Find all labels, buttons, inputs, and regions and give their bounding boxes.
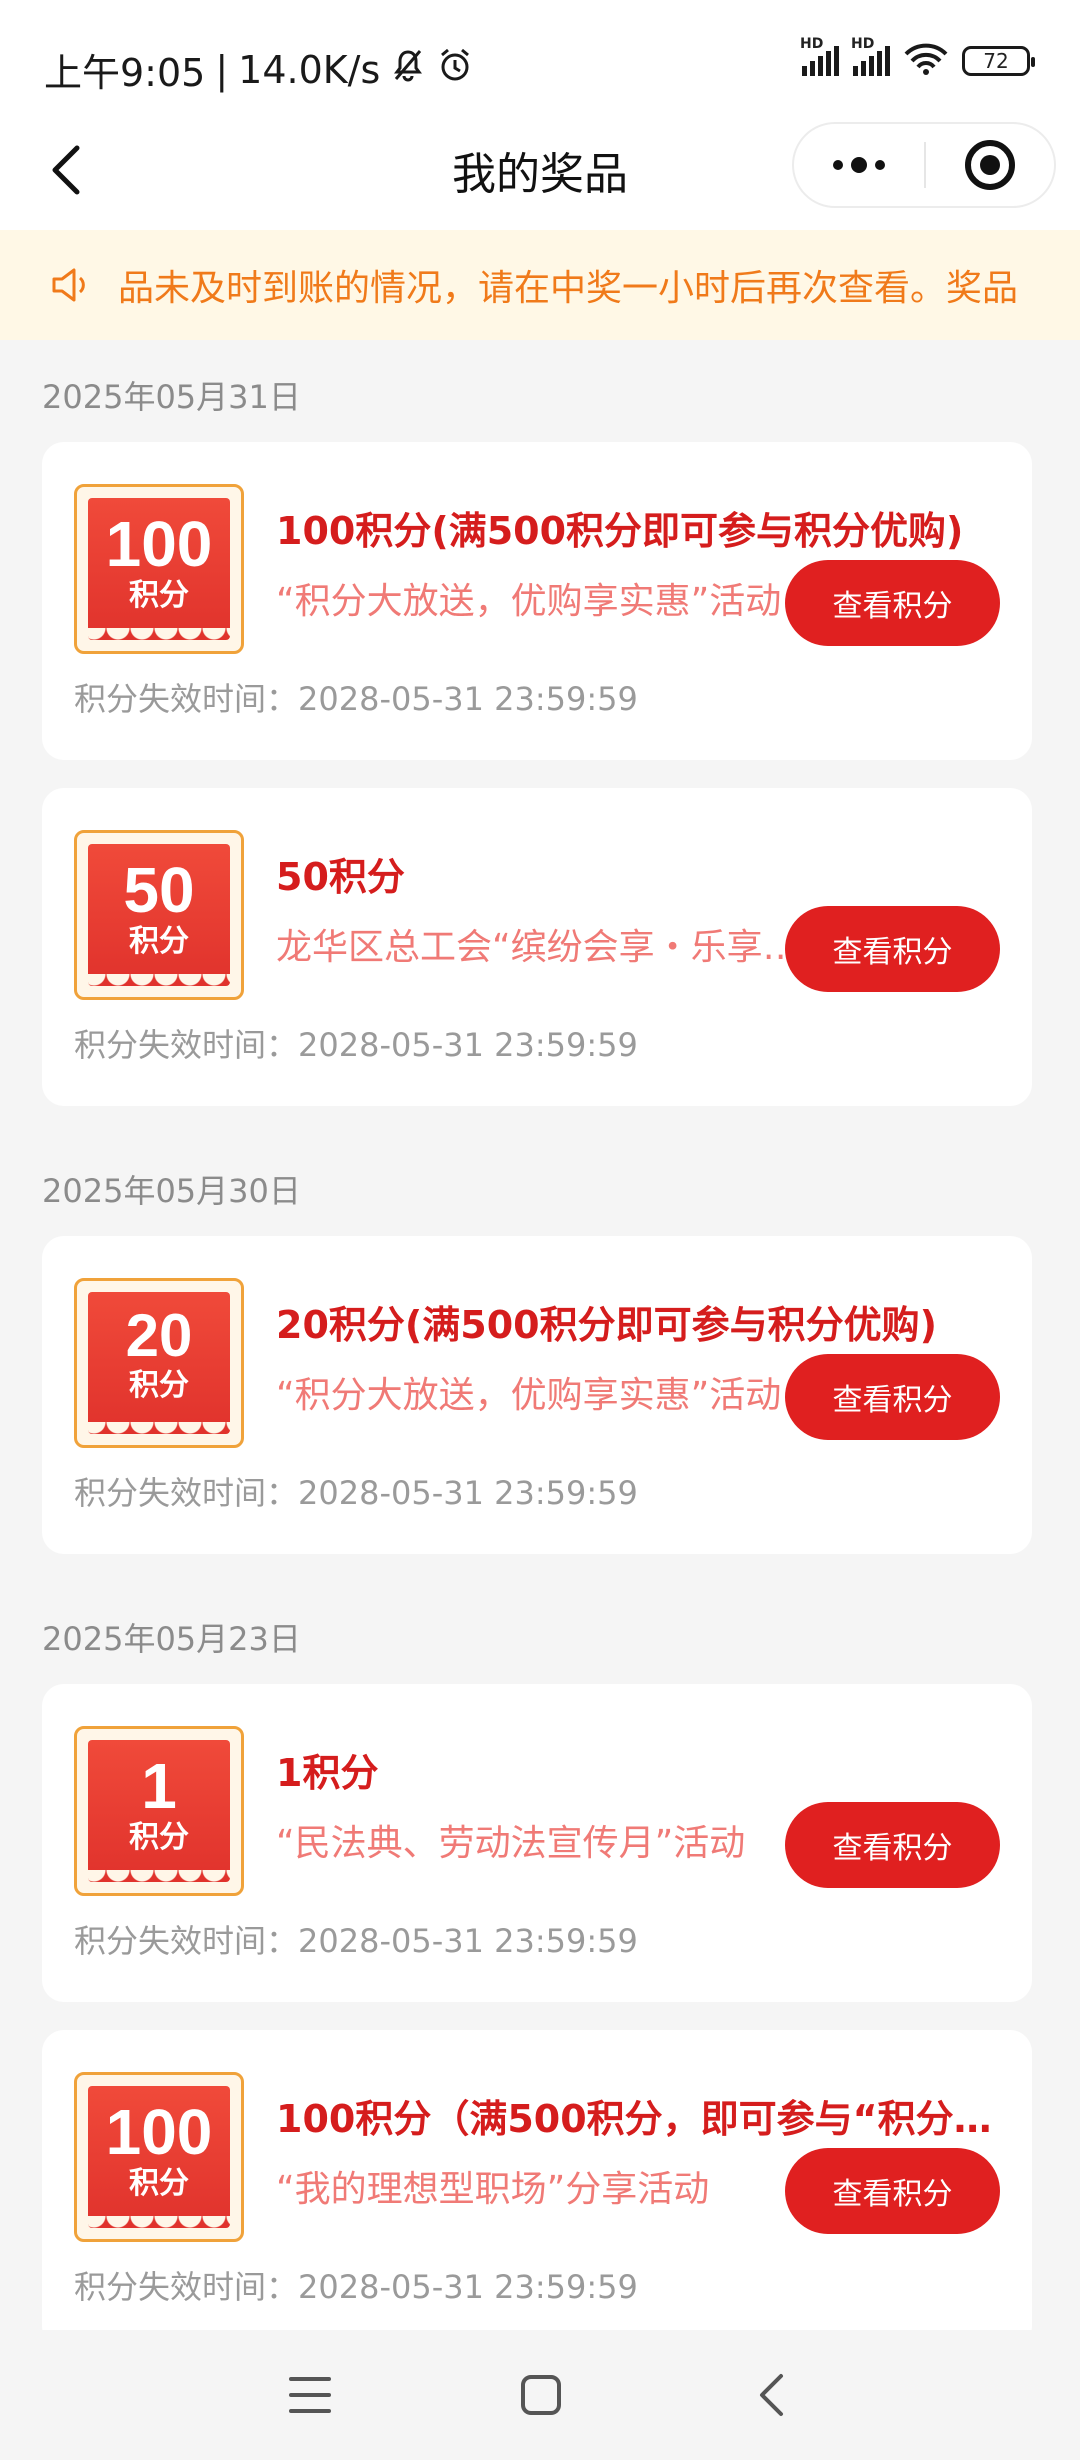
prize-description: 龙华区总工会“缤纷会享・乐享龙华” — [276, 927, 816, 968]
points-coupon: 20 积分 — [74, 1278, 244, 1448]
status-left: 上午9:05 | 14.0K/s — [44, 42, 474, 97]
wifi-icon — [904, 42, 948, 80]
back-icon[interactable] — [751, 2374, 791, 2416]
coupon-unit: 积分 — [129, 924, 189, 959]
view-points-button[interactable]: 查看积分 — [785, 906, 1000, 992]
prize-title: 100积分（满500积分，即可参与“积分优购”） — [276, 2097, 996, 2141]
coupon-face: 50 积分 — [88, 844, 230, 986]
coupon-face: 100 积分 — [88, 498, 230, 640]
dot — [833, 160, 843, 170]
coupon-amount: 100 — [105, 2096, 213, 2168]
view-points-button[interactable]: 查看积分 — [785, 1354, 1000, 1440]
speaker-icon — [50, 265, 110, 305]
prize-card: 50 积分 50积分 龙华区总工会“缤纷会享・乐享龙华” 查看积分 积分失效时间… — [42, 788, 1032, 1106]
date-label: 2025年05月30日 — [42, 1172, 301, 1210]
expire-time: 积分失效时间：2028-05-31 23:59:59 — [74, 680, 638, 718]
hd-label: HD — [851, 36, 875, 52]
coupon-unit: 积分 — [129, 578, 189, 613]
target-icon — [965, 140, 1015, 190]
coupon-amount: 50 — [123, 854, 195, 926]
close-miniprogram-button[interactable] — [926, 140, 1054, 190]
coupon-unit: 积分 — [129, 2166, 189, 2201]
battery-indicator: 72 — [962, 46, 1035, 76]
points-coupon: 100 积分 — [74, 484, 244, 654]
prize-card: 1 积分 1积分 “民法典、劳动法宣传月”活动 查看积分 积分失效时间：2028… — [42, 1684, 1032, 2002]
home-icon[interactable] — [521, 2375, 561, 2415]
expire-time: 积分失效时间：2028-05-31 23:59:59 — [74, 1922, 638, 1960]
menu-icon[interactable] — [289, 2377, 331, 2413]
system-navigation-bar — [0, 2330, 1080, 2460]
dot — [875, 160, 885, 170]
battery-level: 72 — [983, 49, 1009, 73]
coupon-face: 20 积分 — [88, 1292, 230, 1434]
signal-icon: HD — [800, 36, 839, 76]
status-time: 上午9:05 — [44, 51, 206, 95]
notice-text: 品未及时到账的情况，请在中奖一小时后再次查看。奖品 — [118, 268, 1019, 309]
coupon-amount: 100 — [105, 508, 213, 580]
coupon-amount: 1 — [141, 1750, 177, 1822]
prize-description: “民法典、劳动法宣传月”活动 — [276, 1823, 746, 1864]
mute-bell-icon — [390, 47, 426, 92]
prize-card: 100 积分 100积分(满500积分即可参与积分优购) “积分大放送，优购享实… — [42, 442, 1032, 760]
miniprogram-capsule — [792, 122, 1056, 208]
status-speed: 14.0K/s — [238, 47, 381, 92]
coupon-unit: 积分 — [129, 1368, 189, 1403]
date-label: 2025年05月23日 — [42, 1620, 301, 1658]
points-coupon: 50 积分 — [74, 830, 244, 1000]
prize-card: 20 积分 20积分(满500积分即可参与积分优购) “积分大放送，优购享实惠”… — [42, 1236, 1032, 1554]
coupon-face: 1 积分 — [88, 1740, 230, 1882]
prize-description: “积分大放送，优购享实惠”活动 — [276, 1375, 782, 1416]
prize-card: 100 积分 100积分（满500积分，即可参与“积分优购”） “我的理想型职场… — [42, 2030, 1032, 2348]
coupon-face: 100 积分 — [88, 2086, 230, 2228]
prize-description: “积分大放送，优购享实惠”活动 — [276, 581, 782, 622]
prize-title: 20积分(满500积分即可参与积分优购) — [276, 1303, 937, 1347]
coupon-unit: 积分 — [129, 1820, 189, 1855]
expire-time: 积分失效时间：2028-05-31 23:59:59 — [74, 1026, 638, 1064]
signal-icon: HD — [851, 36, 890, 76]
points-coupon: 1 积分 — [74, 1726, 244, 1896]
view-points-button[interactable]: 查看积分 — [785, 1802, 1000, 1888]
alarm-icon — [436, 46, 474, 93]
view-points-button[interactable]: 查看积分 — [785, 560, 1000, 646]
nav-bar: 我的奖品 — [0, 110, 1080, 230]
notice-bar: 品未及时到账的情况，请在中奖一小时后再次查看。奖品 — [0, 230, 1080, 340]
expire-time: 积分失效时间：2028-05-31 23:59:59 — [74, 2268, 638, 2306]
prize-description: “我的理想型职场”分享活动 — [276, 2169, 710, 2210]
prize-title: 100积分(满500积分即可参与积分优购) — [276, 509, 964, 553]
date-label: 2025年05月31日 — [42, 378, 301, 416]
points-coupon: 100 积分 — [74, 2072, 244, 2242]
prize-title: 50积分 — [276, 855, 405, 899]
dot — [851, 157, 867, 173]
expire-time: 积分失效时间：2028-05-31 23:59:59 — [74, 1474, 638, 1512]
status-separator: | — [215, 47, 229, 92]
hd-label: HD — [800, 36, 824, 52]
view-points-button[interactable]: 查看积分 — [785, 2148, 1000, 2234]
more-button[interactable] — [794, 124, 924, 206]
status-right: HD HD 72 — [800, 36, 1035, 80]
prize-title: 1积分 — [276, 1751, 379, 1795]
coupon-amount: 20 — [125, 1302, 193, 1369]
